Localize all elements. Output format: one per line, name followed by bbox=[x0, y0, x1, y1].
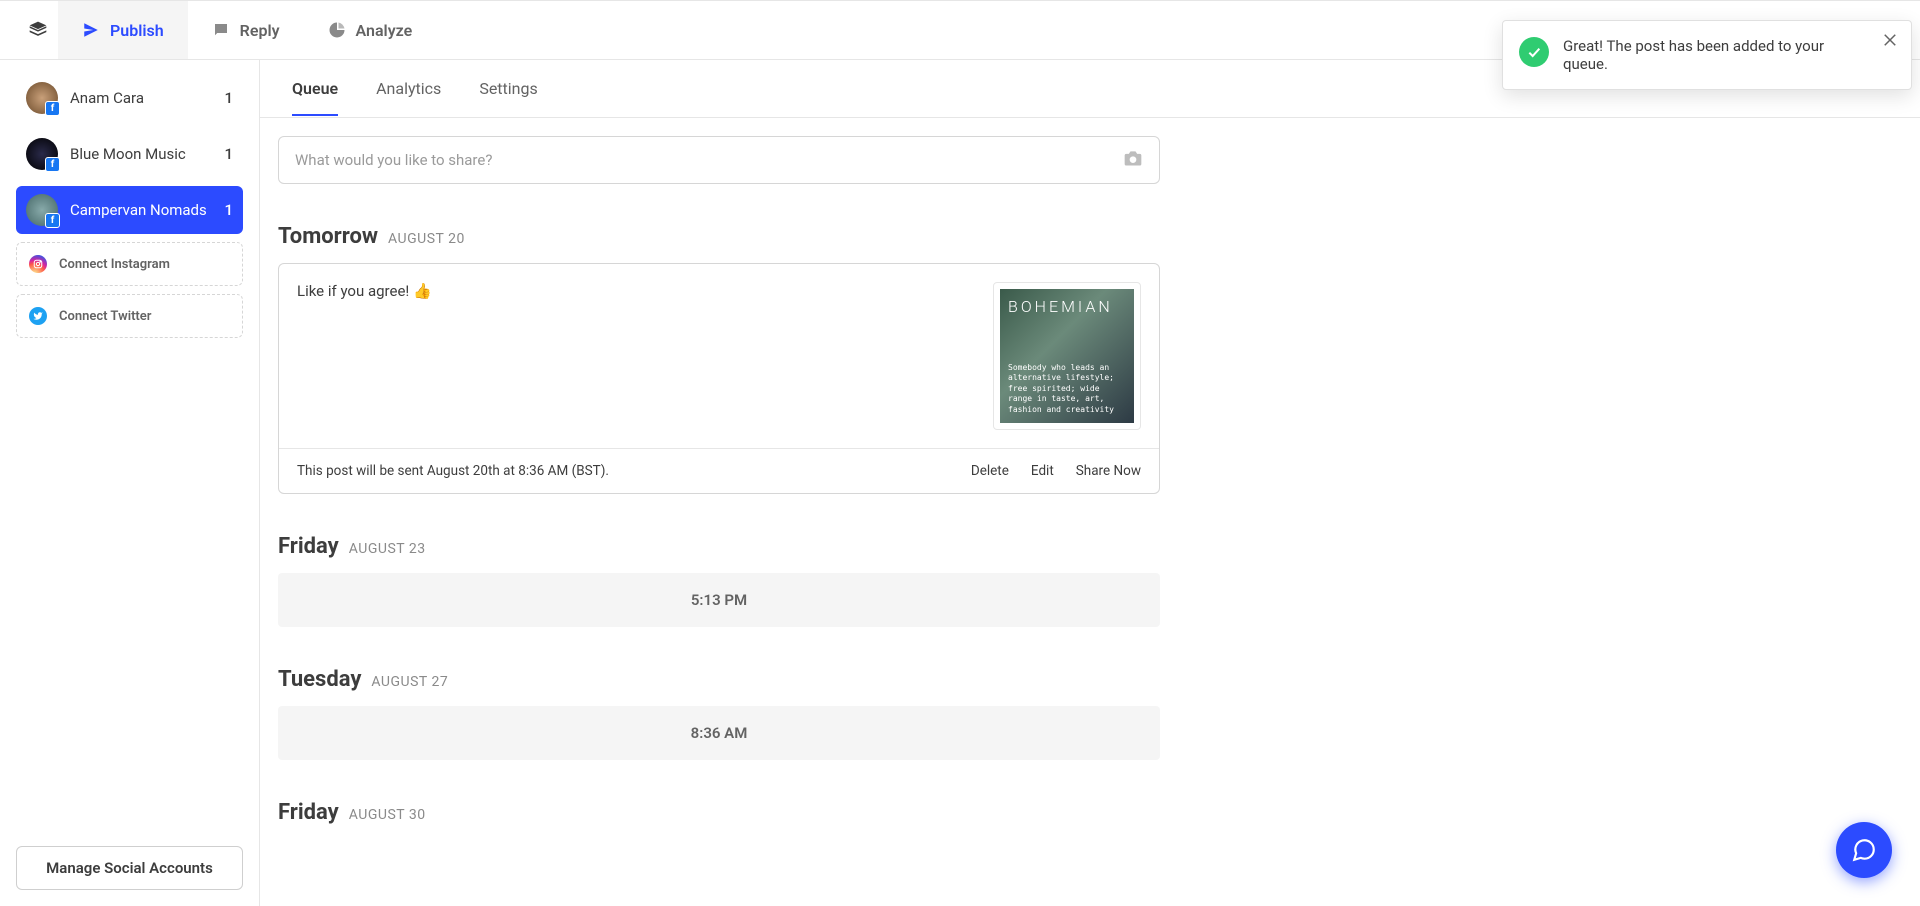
avatar: f bbox=[26, 194, 58, 226]
reply-icon bbox=[212, 21, 230, 39]
day-header-tuesday-27: Tuesday AUGUST 27 bbox=[278, 667, 1160, 692]
publish-icon bbox=[82, 21, 100, 39]
nav-publish-label: Publish bbox=[110, 21, 164, 40]
post-schedule-note: This post will be sent August 20th at 8:… bbox=[297, 463, 609, 479]
account-queue-count: 1 bbox=[224, 89, 233, 107]
nav-analyze-label: Analyze bbox=[356, 21, 413, 40]
day-label: Tuesday bbox=[278, 667, 361, 692]
analyze-icon bbox=[328, 21, 346, 39]
day-label: Tomorrow bbox=[278, 224, 378, 249]
thumb-title: BOHEMIAN bbox=[1008, 297, 1126, 316]
avatar: f bbox=[26, 82, 58, 114]
facebook-badge-icon: f bbox=[45, 213, 60, 228]
composer[interactable]: What would you like to share? bbox=[278, 136, 1160, 184]
empty-slot[interactable]: 5:13 PM bbox=[278, 573, 1160, 627]
post-thumbnail[interactable]: BOHEMIAN Somebody who leads an alternati… bbox=[993, 282, 1141, 430]
account-queue-count: 1 bbox=[224, 201, 233, 219]
composer-placeholder: What would you like to share? bbox=[295, 151, 492, 169]
tab-settings[interactable]: Settings bbox=[479, 61, 537, 116]
twitter-icon bbox=[29, 307, 47, 325]
toast-close-button[interactable] bbox=[1881, 31, 1899, 53]
queue-content: What would you like to share? Tomorrow A… bbox=[278, 118, 1160, 899]
post-text: Like if you agree! 👍 bbox=[297, 282, 977, 430]
day-date: AUGUST 23 bbox=[349, 541, 426, 557]
facebook-badge-icon: f bbox=[45, 101, 60, 116]
post-actions: Delete Edit Share Now bbox=[971, 463, 1141, 479]
post-footer: This post will be sent August 20th at 8:… bbox=[279, 448, 1159, 493]
tab-analytics[interactable]: Analytics bbox=[376, 61, 441, 116]
slot-time: 5:13 PM bbox=[691, 591, 747, 609]
nav-reply[interactable]: Reply bbox=[188, 1, 304, 59]
connect-twitter-label: Connect Twitter bbox=[59, 309, 151, 324]
day-label: Friday bbox=[278, 534, 339, 559]
tab-queue[interactable]: Queue bbox=[292, 61, 338, 116]
day-date: AUGUST 20 bbox=[388, 231, 465, 247]
connect-instagram-label: Connect Instagram bbox=[59, 257, 170, 272]
instagram-icon bbox=[29, 255, 47, 273]
nav-publish[interactable]: Publish bbox=[58, 1, 188, 59]
day-header-tomorrow: Tomorrow AUGUST 20 bbox=[278, 224, 1160, 249]
connect-instagram[interactable]: Connect Instagram bbox=[16, 242, 243, 286]
connect-twitter[interactable]: Connect Twitter bbox=[16, 294, 243, 338]
facebook-badge-icon: f bbox=[45, 157, 60, 172]
thumb-caption: Somebody who leads an alternative lifest… bbox=[1008, 363, 1126, 415]
day-date: AUGUST 30 bbox=[349, 807, 426, 823]
nav-reply-label: Reply bbox=[240, 21, 280, 40]
sidebar-account-anam-cara[interactable]: f Anam Cara 1 bbox=[16, 74, 243, 122]
toast-success: Great! The post has been added to your q… bbox=[1502, 20, 1912, 90]
camera-icon[interactable] bbox=[1123, 148, 1143, 172]
post-body: Like if you agree! 👍 BOHEMIAN Somebody w… bbox=[279, 264, 1159, 448]
day-header-friday-30: Friday AUGUST 30 bbox=[278, 800, 1160, 825]
day-date: AUGUST 27 bbox=[371, 674, 448, 690]
check-icon bbox=[1519, 37, 1549, 67]
avatar: f bbox=[26, 138, 58, 170]
nav-analyze[interactable]: Analyze bbox=[304, 1, 437, 59]
sidebar: f Anam Cara 1 f Blue Moon Music 1 f Camp… bbox=[0, 60, 260, 906]
account-queue-count: 1 bbox=[224, 145, 233, 163]
manage-social-accounts-label: Manage Social Accounts bbox=[46, 859, 213, 877]
account-name: Campervan Nomads bbox=[70, 201, 212, 219]
buffer-logo-icon[interactable] bbox=[18, 1, 58, 59]
post-card: Like if you agree! 👍 BOHEMIAN Somebody w… bbox=[278, 263, 1160, 494]
empty-slot[interactable]: 8:36 AM bbox=[278, 706, 1160, 760]
account-name: Blue Moon Music bbox=[70, 145, 212, 163]
post-delete-button[interactable]: Delete bbox=[971, 463, 1009, 479]
post-thumbnail-image: BOHEMIAN Somebody who leads an alternati… bbox=[1000, 289, 1134, 423]
account-name: Anam Cara bbox=[70, 89, 212, 107]
day-header-friday-23: Friday AUGUST 23 bbox=[278, 534, 1160, 559]
post-edit-button[interactable]: Edit bbox=[1031, 463, 1054, 479]
chat-fab[interactable] bbox=[1836, 822, 1892, 878]
close-icon bbox=[1881, 31, 1899, 49]
day-label: Friday bbox=[278, 800, 339, 825]
manage-social-accounts-button[interactable]: Manage Social Accounts bbox=[16, 846, 243, 890]
chat-icon bbox=[1851, 837, 1877, 863]
toast-message: Great! The post has been added to your q… bbox=[1563, 37, 1871, 73]
sidebar-account-campervan-nomads[interactable]: f Campervan Nomads 1 bbox=[16, 186, 243, 234]
sidebar-account-blue-moon-music[interactable]: f Blue Moon Music 1 bbox=[16, 130, 243, 178]
slot-time: 8:36 AM bbox=[691, 724, 748, 742]
post-share-now-button[interactable]: Share Now bbox=[1076, 463, 1141, 479]
main-panel: Queue Analytics Settings What would you … bbox=[260, 60, 1920, 906]
